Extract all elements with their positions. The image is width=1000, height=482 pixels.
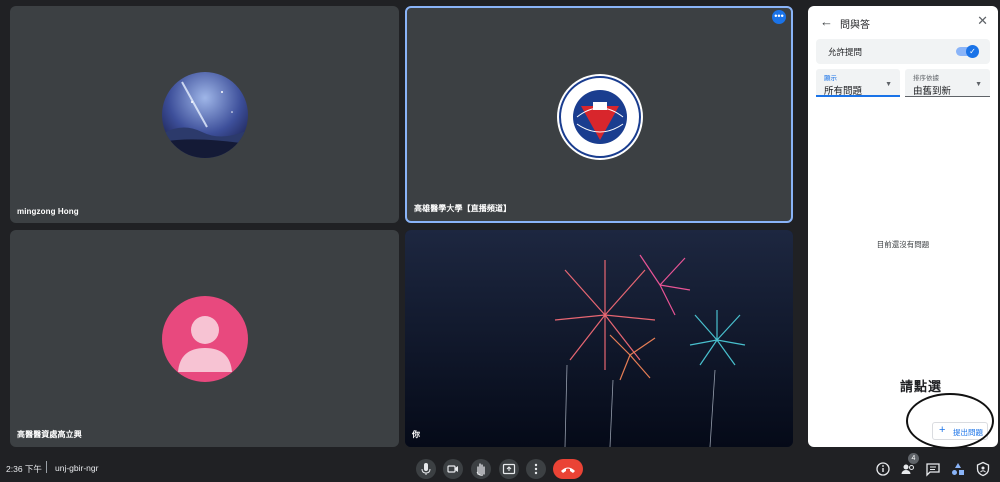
participant-name: 你 [412, 430, 421, 439]
handwritten-hint: 請點選 [900, 380, 943, 395]
allow-questions-row: 允許提問 ✓ [816, 39, 990, 64]
host-controls-icon [976, 461, 990, 477]
allow-questions-toggle[interactable]: ✓ [956, 44, 979, 58]
participant-name: 高雄醫學大學【直播頻道】 [414, 204, 512, 213]
show-filter-dropdown[interactable]: 顯示 所有問題 ▼ [816, 69, 900, 97]
mic-icon [421, 463, 431, 475]
participant-name: mingzong Hong [17, 207, 79, 216]
caret-down-icon: ▼ [975, 81, 982, 88]
meeting-toolbar: 2:36 下午 unj-gbir-ngr 4 [0, 452, 1000, 482]
empty-state-message: 目前還沒有問題 [876, 240, 930, 249]
leave-call-button[interactable] [553, 459, 583, 479]
present-icon [502, 463, 516, 475]
host-controls-button[interactable] [974, 460, 992, 478]
sort-label: 排序依據 [913, 75, 939, 82]
present-button[interactable] [499, 459, 519, 479]
mic-button[interactable] [416, 459, 436, 479]
fireworks-video [405, 230, 793, 447]
participant-tile-active[interactable]: ••• 高雄醫學大學【直播頻道】 [405, 6, 793, 223]
default-person-avatar [162, 296, 248, 382]
annotation-circle [906, 393, 994, 449]
participant-count-badge: 4 [908, 453, 919, 464]
caret-down-icon: ▼ [885, 81, 892, 88]
meeting-details-button[interactable] [874, 460, 892, 478]
show-filter-label: 顯示 [824, 75, 837, 82]
hand-icon [476, 463, 485, 476]
sort-dropdown[interactable]: 排序依據 由舊到新 ▼ [905, 69, 990, 97]
more-icon [534, 463, 538, 475]
more-options-button[interactable] [526, 459, 546, 479]
panel-header: ← 問與答 ✕ [808, 6, 998, 36]
participant-tile[interactable]: mingzong Hong [10, 6, 399, 223]
camera-button[interactable] [443, 459, 463, 479]
qa-panel: ← 問與答 ✕ 允許提問 ✓ 顯示 所有問題 ▼ 排序依據 由舊到新 ▼ 目前還… [808, 6, 998, 447]
allow-questions-label: 允許提問 [828, 47, 863, 57]
back-arrow-icon[interactable]: ← [820, 14, 833, 29]
participant-name: 高醫醫資處高立興 [17, 430, 82, 439]
camera-icon [447, 465, 458, 473]
end-call-icon [561, 467, 575, 473]
meeting-code: unj-gbir-ngr [55, 463, 99, 473]
raise-hand-button[interactable] [471, 459, 491, 479]
close-icon[interactable]: ✕ [977, 13, 988, 29]
info-icon [876, 462, 890, 476]
chat-icon [926, 463, 940, 477]
panel-title: 問與答 [840, 20, 870, 31]
check-icon: ✓ [966, 44, 979, 58]
show-filter-value: 所有問題 [824, 86, 863, 97]
activities-icon [952, 463, 964, 475]
self-video-tile[interactable]: 你 [405, 230, 793, 447]
participant-tile[interactable]: 高醫醫資處高立興 [10, 230, 399, 447]
chat-button[interactable] [924, 460, 942, 478]
more-options-icon[interactable]: ••• [772, 10, 786, 24]
participant-avatar [162, 72, 248, 158]
university-logo-avatar [557, 74, 643, 160]
divider [46, 461, 47, 473]
sort-value: 由舊到新 [913, 86, 952, 97]
activities-button[interactable] [949, 460, 967, 478]
clock: 2:36 下午 [6, 464, 42, 474]
